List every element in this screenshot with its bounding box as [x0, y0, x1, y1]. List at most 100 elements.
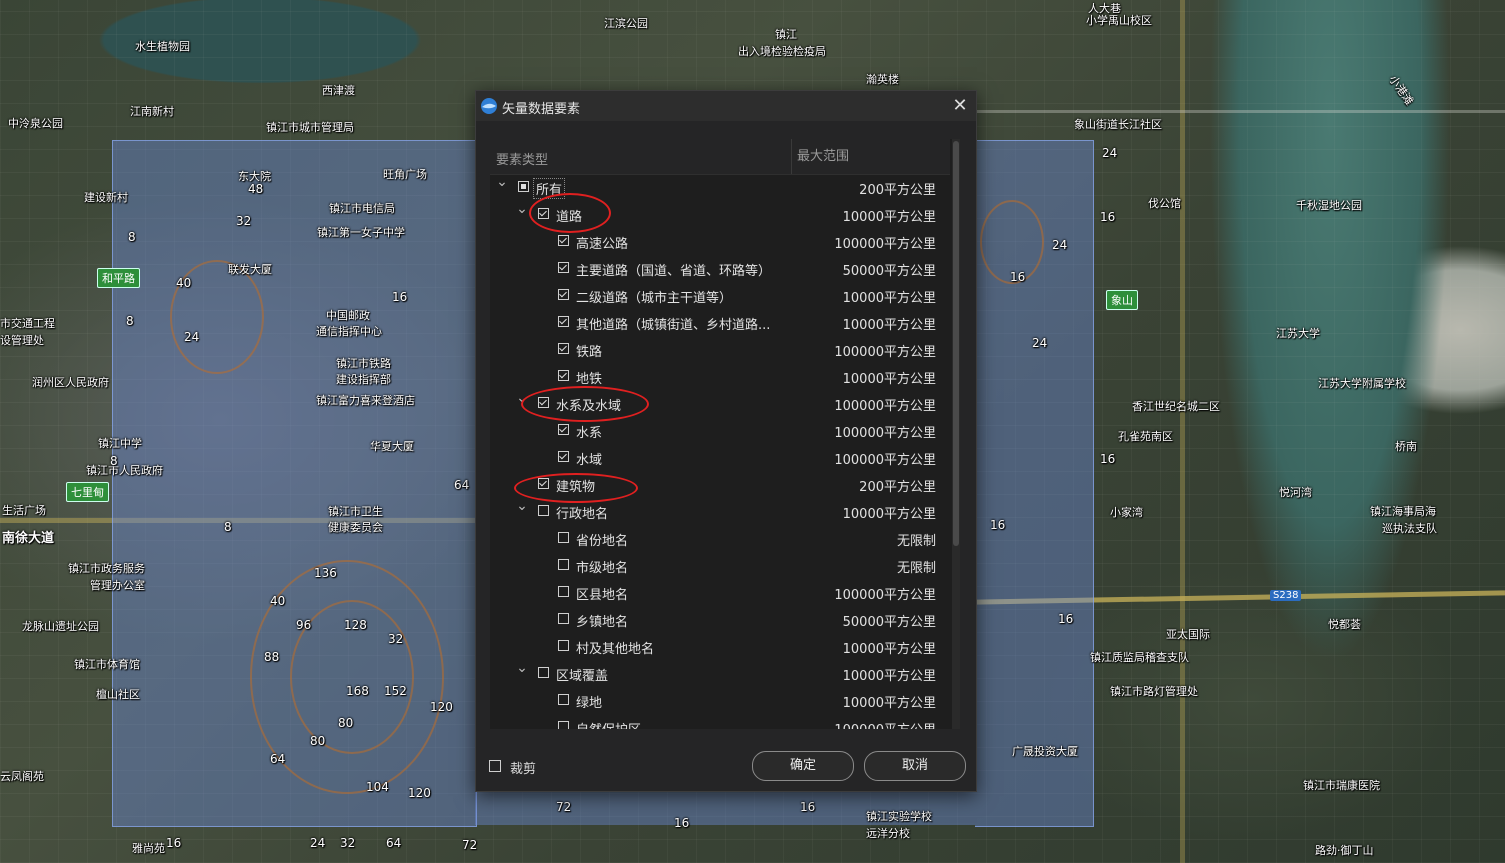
contour-value: 64 [386, 836, 402, 850]
tree-row[interactable]: 水域 100000平方公里 [490, 444, 950, 471]
map-label: 桥南 [1395, 440, 1417, 453]
feature-tree[interactable]: 要素类型 最大范围 ⌄ 所有 200平方公里 ⌄ 道路 10000平方公里高速公路 1000… [490, 139, 960, 729]
tree-checkbox[interactable] [558, 586, 569, 597]
tree-row-range: 100000平方公里 [834, 237, 936, 252]
contour-value: 16 [1058, 612, 1074, 626]
tree-checkbox[interactable] [558, 289, 569, 300]
tree-checkbox[interactable] [558, 262, 569, 273]
contour-value: 16 [674, 816, 690, 830]
tree-row-range: 10000平方公里 [842, 210, 936, 225]
tree-row[interactable]: 水系 100000平方公里 [490, 417, 950, 444]
column-header-type[interactable]: 要素类型 [496, 149, 548, 168]
contour-value: 88 [264, 650, 280, 664]
crop-label[interactable]: 裁剪 [510, 758, 536, 777]
tree-checkbox[interactable] [538, 505, 549, 516]
contour-value: 24 [310, 836, 326, 850]
contour-value: 64 [454, 478, 470, 492]
tree-checkbox[interactable] [538, 478, 549, 489]
map-label: 镇江第一女子中学 [317, 226, 405, 239]
tree-row[interactable]: ⌄ 所有 200平方公里 [490, 174, 950, 201]
cancel-button[interactable]: 取消 [864, 751, 966, 781]
tree-row-name: 乡镇地名 [576, 615, 629, 630]
tree-row[interactable]: 村及其他地名 10000平方公里 [490, 633, 950, 660]
tree-checkbox[interactable] [558, 235, 569, 246]
chevron-down-icon[interactable]: ⌄ [516, 661, 528, 675]
tree-row-range: 100000平方公里 [834, 719, 936, 729]
map-label: 悦河湾 [1279, 486, 1312, 499]
tree-checkbox[interactable] [558, 694, 569, 705]
map-label: 雅尚苑 [132, 842, 165, 855]
tree-row[interactable]: 绿地 10000平方公里 [490, 687, 950, 714]
contour-value: 24 [1102, 146, 1118, 160]
tree-header: 要素类型 最大范围 [490, 139, 950, 175]
contour-value: 16 [1100, 210, 1116, 224]
map-label: 镇江实验学校 [866, 810, 932, 823]
contour-value: 72 [462, 838, 478, 852]
map-label: 联发大厦 [228, 263, 272, 276]
contour-value: 16 [1100, 452, 1116, 466]
contour-value: 16 [990, 518, 1006, 532]
tree-checkbox[interactable] [538, 397, 549, 408]
contour-value: 152 [384, 684, 407, 698]
map-label: 广晟投资大厦 [1012, 745, 1078, 758]
tree-row[interactable]: 其他道路（城镇街道、乡村道路... 10000平方公里 [490, 309, 950, 336]
tree-row[interactable]: 二级道路（城市主干道等） 10000平方公里 [490, 282, 950, 309]
tree-checkbox[interactable] [538, 208, 549, 219]
contour-value: 16 [1010, 270, 1026, 284]
ok-button[interactable]: 确定 [752, 751, 854, 781]
chevron-down-icon[interactable]: ⌄ [496, 175, 508, 189]
map-label: 镇江市铁路 [336, 357, 391, 370]
scrollbar-thumb[interactable] [953, 141, 959, 546]
tree-row[interactable]: 高速公路 100000平方公里 [490, 228, 950, 255]
tree-row[interactable]: 建筑物 200平方公里 [490, 471, 950, 498]
map-label: 管理办公室 [90, 579, 145, 592]
tree-checkbox[interactable] [558, 343, 569, 354]
map-label: 亚太国际 [1166, 628, 1210, 641]
tree-checkbox[interactable] [518, 181, 529, 192]
chevron-down-icon[interactable]: ⌄ [516, 391, 528, 405]
tree-row[interactable]: 自然保护区 100000平方公里 [490, 714, 950, 729]
column-header-range[interactable]: 最大范围 [791, 139, 849, 174]
dialog-titlebar[interactable]: 矢量数据要素 ✕ [476, 91, 976, 121]
tree-row[interactable]: 区县地名 100000平方公里 [490, 579, 950, 606]
tree-row[interactable]: ⌄ 行政地名 10000平方公里 [490, 498, 950, 525]
tree-row[interactable]: 乡镇地名 50000平方公里 [490, 606, 950, 633]
close-icon[interactable]: ✕ [948, 94, 972, 118]
tree-checkbox[interactable] [558, 424, 569, 435]
tree-row[interactable]: 地铁 10000平方公里 [490, 363, 950, 390]
tree-checkbox[interactable] [538, 667, 549, 678]
contour-value: 32 [388, 632, 404, 646]
contour-value: 8 [126, 314, 134, 328]
contour-value: 32 [236, 214, 252, 228]
tree-row[interactable]: ⌄ 水系及水域 100000平方公里 [490, 390, 950, 417]
tree-row-name: 区域覆盖 [556, 669, 609, 684]
contour-value: 120 [408, 786, 431, 800]
tree-checkbox[interactable] [558, 721, 569, 729]
tree-row[interactable]: ⌄ 道路 10000平方公里 [490, 201, 950, 228]
tree-row-name: 高速公路 [576, 237, 629, 252]
tree-checkbox[interactable] [558, 640, 569, 651]
chevron-down-icon[interactable]: ⌄ [516, 499, 528, 513]
chevron-down-icon[interactable]: ⌄ [516, 202, 528, 216]
tree-row[interactable]: 市级地名 无限制 [490, 552, 950, 579]
map-label: 西津渡 [322, 84, 355, 97]
tree-checkbox[interactable] [558, 559, 569, 570]
tree-checkbox[interactable] [558, 316, 569, 327]
tree-row[interactable]: 铁路 100000平方公里 [490, 336, 950, 363]
tree-row-range: 10000平方公里 [842, 507, 936, 522]
tree-checkbox[interactable] [558, 613, 569, 624]
tree-row-range: 10000平方公里 [842, 318, 936, 333]
tree-checkbox[interactable] [558, 532, 569, 543]
map-label: 镇江市城市管理局 [266, 121, 354, 134]
contour-value: 80 [310, 734, 326, 748]
tree-checkbox[interactable] [558, 451, 569, 462]
map-label: 远洋分校 [866, 827, 910, 840]
tree-row[interactable]: 主要道路（国道、省道、环路等） 50000平方公里 [490, 255, 950, 282]
contour-value: 24 [1052, 238, 1068, 252]
tree-checkbox[interactable] [558, 370, 569, 381]
map-label: 路劲·御丁山 [1315, 844, 1374, 857]
crop-checkbox[interactable] [489, 760, 501, 772]
tree-row[interactable]: ⌄ 区域覆盖 10000平方公里 [490, 660, 950, 687]
tree-row[interactable]: 省份地名 无限制 [490, 525, 950, 552]
tree-scrollbar[interactable] [952, 139, 960, 729]
